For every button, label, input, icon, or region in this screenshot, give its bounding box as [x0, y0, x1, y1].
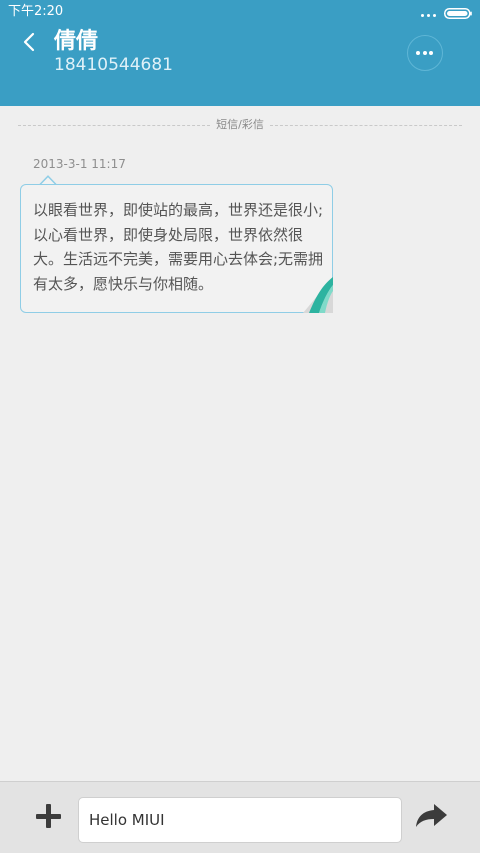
message-bubble[interactable]: 以眼看世界，即使站的最高，世界还是很小;以心看世界，即使身处局限，世界依然很大。…	[20, 184, 333, 313]
compose-bar: Hello MIUI	[0, 781, 480, 853]
page-curl-icon	[303, 277, 333, 313]
message-type-label: 短信/彩信	[216, 118, 264, 131]
message-timestamp: 2013-3-1 11:17	[33, 157, 126, 171]
conversation-header: 下午2:20 倩倩 18410544681	[0, 0, 480, 106]
status-time: 下午2:20	[8, 4, 64, 19]
more-dots-icon[interactable]	[407, 35, 443, 71]
contact-number: 18410544681	[54, 55, 173, 75]
divider-line-left	[18, 125, 210, 126]
plus-icon[interactable]	[30, 798, 66, 834]
message-text: 以眼看世界，即使站的最高，世界还是很小;以心看世界，即使身处局限，世界依然很大。…	[33, 201, 324, 293]
chevron-left-icon[interactable]	[12, 26, 46, 58]
message-type-divider: 短信/彩信	[18, 118, 462, 132]
sms-conversation-screen: 下午2:20 倩倩 18410544681 短信/彩信 2013-3-1 11:…	[0, 0, 480, 853]
divider-line-right	[270, 125, 462, 126]
status-bar: 下午2:20	[0, 0, 480, 24]
contact-name: 倩倩	[54, 29, 99, 54]
send-arrow-icon[interactable]	[414, 800, 450, 832]
battery-icon	[444, 8, 472, 19]
message-input[interactable]: Hello MIUI	[78, 797, 402, 843]
three-dots-icon	[421, 9, 439, 17]
